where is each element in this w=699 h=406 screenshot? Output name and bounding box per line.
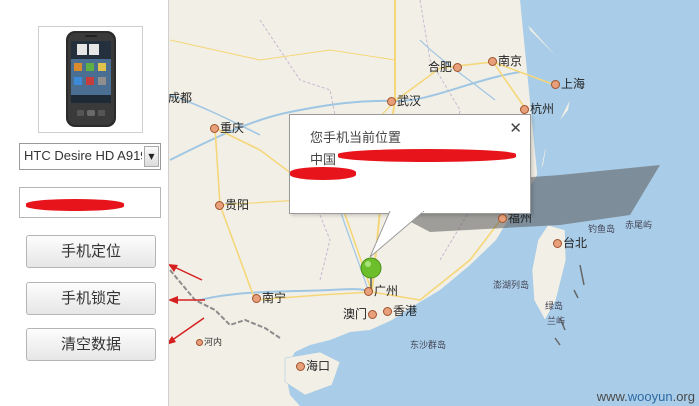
city-label: 海口 (296, 360, 330, 372)
city-label: 贵阳 (215, 199, 249, 211)
city-label: 合肥 (428, 61, 463, 73)
city-label: 南宁 (252, 292, 286, 304)
island-label: 钓鱼岛 (588, 225, 616, 235)
watermark: www.wooyun.org (596, 389, 695, 404)
city-label: 上海 (551, 78, 585, 90)
city-label: 台北 (553, 237, 587, 249)
location-popup: 您手机当前位置 中国 ✕ (289, 114, 531, 214)
wipe-data-button[interactable]: 清空数据 (26, 328, 156, 361)
island-label: 澎湖列岛 (493, 281, 530, 291)
popup-tail (369, 211, 425, 258)
city-label: 武汉 (387, 95, 421, 107)
locate-phone-button[interactable]: 手机定位 (26, 235, 156, 268)
island-label: 东沙群岛 (410, 341, 447, 351)
close-icon[interactable]: ✕ (509, 119, 522, 137)
city-label: 重庆 (210, 122, 244, 134)
device-image (38, 26, 143, 133)
popup-location: 中国 (310, 153, 337, 168)
city-label: 广州 (364, 285, 398, 297)
popup-title: 您手机当前位置 (310, 131, 402, 146)
island-label: 绿岛 (545, 302, 564, 312)
control-panel: HTC Desire HD A9191 ▼ 手机定位 手机锁定 清空数据 (0, 0, 169, 406)
city-label: 香港 (383, 305, 417, 317)
city-label: 成都 (168, 91, 193, 105)
dropdown-arrow-icon[interactable]: ▼ (144, 146, 159, 167)
redaction-mark (290, 167, 356, 180)
redaction-mark (338, 149, 516, 162)
device-select[interactable]: HTC Desire HD A9191 ▼ (19, 143, 161, 170)
island-label: 赤尾屿 (625, 221, 653, 231)
phone-icon (66, 31, 116, 127)
phone-number-field[interactable] (19, 187, 161, 218)
redaction-mark (26, 199, 124, 211)
city-label: 澳门 (343, 308, 378, 320)
city-label: 河内 (196, 337, 222, 349)
city-label: 南京 (488, 55, 522, 67)
island-label: 兰屿 (547, 317, 566, 327)
device-select-value: HTC Desire HD A9191 (24, 148, 142, 163)
lock-phone-button[interactable]: 手机锁定 (26, 282, 156, 315)
